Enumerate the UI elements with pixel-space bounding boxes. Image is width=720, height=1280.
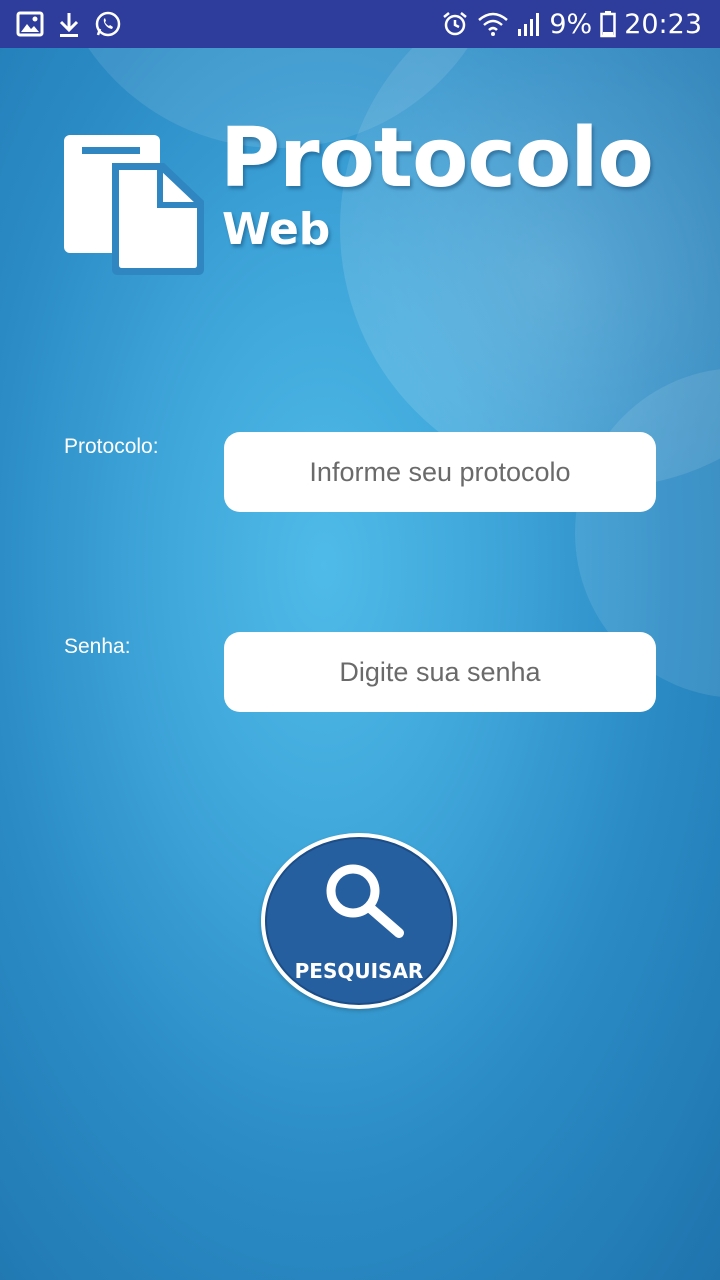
document-icon xyxy=(64,135,204,275)
senha-input[interactable] xyxy=(224,632,656,712)
search-button[interactable]: PESQUISAR xyxy=(261,833,457,1009)
logo-subtitle: Web xyxy=(222,204,331,255)
protocolo-input[interactable] xyxy=(224,432,656,512)
status-bar-system: 9% 20:23 xyxy=(433,9,702,40)
wifi-icon xyxy=(477,11,509,37)
battery-icon xyxy=(600,10,616,38)
protocolo-label: Protocolo: xyxy=(64,435,159,458)
battery-percent: 9% xyxy=(549,8,593,40)
clock: 20:23 xyxy=(624,8,702,40)
magnifier-icon xyxy=(326,864,404,938)
signal-icon xyxy=(517,11,541,37)
search-button-label: PESQUISAR xyxy=(294,959,424,983)
alarm-icon xyxy=(441,10,469,38)
senha-label: Senha: xyxy=(64,635,131,658)
logo-title: Protocolo xyxy=(220,111,654,206)
whatsapp-icon xyxy=(94,10,122,38)
download-icon xyxy=(58,10,80,38)
status-bar: 9% 20:23 xyxy=(0,0,720,48)
gallery-icon xyxy=(16,11,44,37)
main-screen: Protocolo Web Protocolo: Senha: PESQUISA… xyxy=(0,48,720,1280)
search-button-face: PESQUISAR xyxy=(265,837,453,1005)
status-bar-notifications xyxy=(16,10,136,38)
